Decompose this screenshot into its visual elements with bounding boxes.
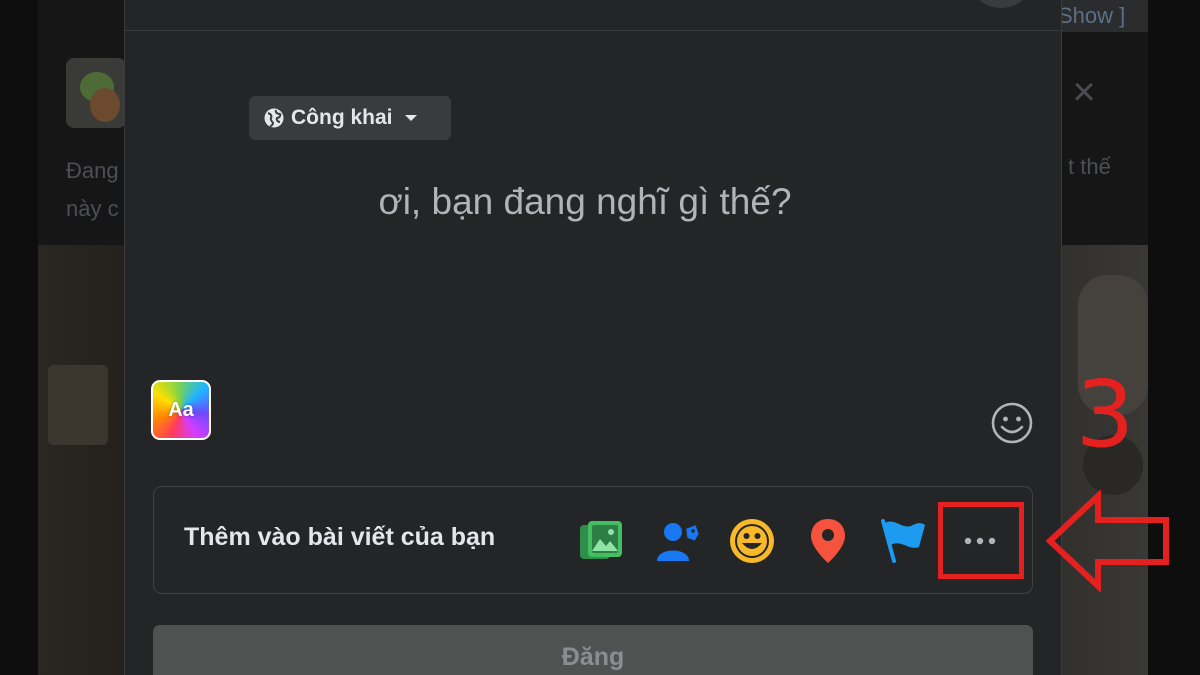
- globe-icon: [264, 108, 284, 128]
- background-post-text: Đang này c: [66, 158, 119, 221]
- pointer-arrow-annotation: [1046, 490, 1169, 592]
- caret-down-icon: [404, 115, 417, 121]
- background-close-icon: ×: [1072, 70, 1096, 114]
- text-background-picker-button[interactable]: Aa: [151, 380, 211, 440]
- tag-people-button[interactable]: [652, 515, 704, 567]
- check-in-button[interactable]: [802, 515, 854, 567]
- photo-video-button[interactable]: [576, 515, 628, 567]
- emoji-picker-icon[interactable]: [989, 400, 1035, 446]
- modal-close-button[interactable]: [975, 0, 1027, 8]
- feeling-icon: [730, 519, 774, 563]
- location-pin-icon: [811, 519, 845, 563]
- highlight-box-annotation: [938, 502, 1024, 579]
- feeling-activity-button[interactable]: [726, 515, 778, 567]
- background-post-text-right: t thế: [1068, 154, 1111, 179]
- post-submit-button[interactable]: Đăng: [153, 625, 1033, 675]
- tag-people-icon: [657, 523, 699, 561]
- background-post-avatar: [66, 58, 126, 128]
- life-event-button[interactable]: [878, 515, 930, 567]
- text-format-label: Aa: [168, 398, 194, 421]
- audience-label: Công khai: [291, 106, 393, 129]
- create-post-modal: Công khai Aa Thêm vào bài viết của bạn: [124, 0, 1062, 675]
- add-to-post-label: Thêm vào bài viết của bạn: [184, 523, 496, 551]
- add-to-post-panel: Thêm vào bài viết của bạn: [153, 486, 1033, 594]
- audience-selector-button[interactable]: Công khai: [249, 96, 451, 140]
- header-divider: [125, 30, 1061, 31]
- photo-icon: [580, 521, 622, 559]
- step-number-annotation: 3: [1075, 361, 1135, 468]
- flag-icon: [881, 519, 925, 563]
- post-text-input[interactable]: [275, 172, 895, 232]
